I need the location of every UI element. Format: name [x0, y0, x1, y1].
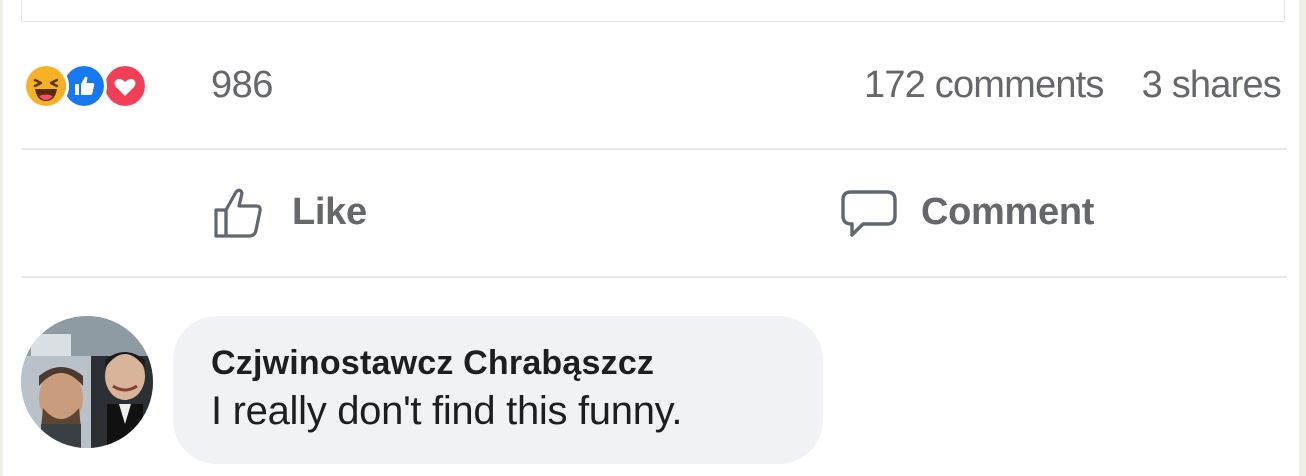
- like-button[interactable]: Like: [210, 180, 367, 244]
- post-stats-bar: 986 172 comments 3 shares: [3, 56, 1299, 120]
- haha-icon: [23, 63, 69, 109]
- like-label: Like: [292, 190, 367, 233]
- divider: [21, 276, 1287, 278]
- post-action-bar: Like Comment: [3, 150, 1299, 276]
- comment-bubble: Czjwinostawcz Chrabąszcz I really don't …: [173, 316, 823, 464]
- avatar[interactable]: [21, 316, 153, 448]
- reaction-count[interactable]: 986: [211, 64, 273, 107]
- comment-label: Comment: [921, 190, 1095, 233]
- comments-count-link[interactable]: 172 comments: [864, 64, 1104, 107]
- comment: Czjwinostawcz Chrabąszcz I really don't …: [3, 310, 1299, 464]
- comment-author[interactable]: Czjwinostawcz Chrabąszcz: [211, 344, 823, 383]
- engagement-counts: 172 comments 3 shares: [864, 64, 1282, 107]
- speech-bubble-icon: [839, 182, 899, 242]
- comment-button[interactable]: Comment: [839, 180, 1094, 244]
- shares-count-link[interactable]: 3 shares: [1142, 64, 1282, 107]
- post-card: 986 172 comments 3 shares Like Comment C…: [3, 0, 1299, 476]
- thumbs-up-icon: [210, 182, 270, 242]
- love-icon: [102, 63, 148, 109]
- comment-text: I really don't find this funny.: [211, 389, 683, 433]
- post-media-frame: [21, 0, 1285, 22]
